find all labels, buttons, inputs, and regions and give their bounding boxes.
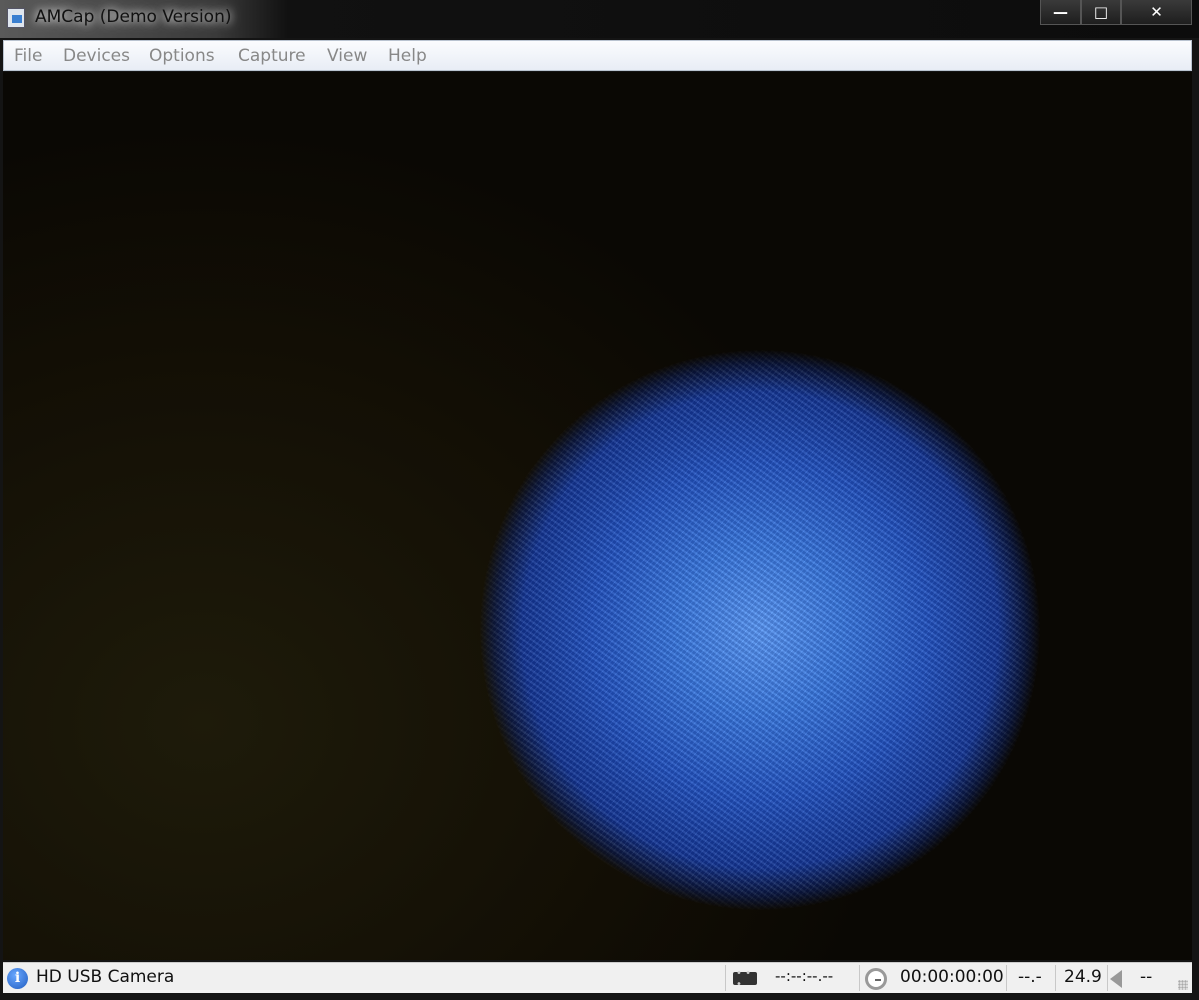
frame-rate: 24.9 xyxy=(1064,967,1102,987)
close-button[interactable]: ✕ xyxy=(1121,0,1192,25)
light-spot xyxy=(480,350,1040,910)
device-name: HD USB Camera xyxy=(36,967,175,987)
divider xyxy=(1006,965,1007,991)
divider xyxy=(725,965,726,991)
divider xyxy=(859,965,860,991)
timecode: --:--:--.-- xyxy=(775,967,834,985)
menu-file[interactable]: File xyxy=(14,46,42,66)
video-preview xyxy=(3,72,1192,960)
menu-capture[interactable]: Capture xyxy=(238,46,306,66)
speaker-icon xyxy=(1110,970,1122,988)
menu-bar: File Devices Options Capture View Help xyxy=(3,40,1192,71)
resize-grip[interactable] xyxy=(1178,980,1188,990)
divider xyxy=(1055,965,1056,991)
maximize-button[interactable]: □ xyxy=(1081,0,1121,25)
divider xyxy=(1107,965,1108,991)
menu-options[interactable]: Options xyxy=(149,46,215,66)
minimize-button[interactable]: — xyxy=(1040,0,1081,25)
info-icon: i xyxy=(7,968,28,989)
menu-help[interactable]: Help xyxy=(388,46,427,66)
app-icon[interactable] xyxy=(7,8,25,28)
title-bar[interactable]: AMCap (Demo Version) — □ ✕ xyxy=(0,0,1199,38)
tape-icon xyxy=(733,968,757,990)
status-bar: i HD USB Camera --:--:--.-- 00:00:00:00 … xyxy=(3,962,1192,993)
menu-devices[interactable]: Devices xyxy=(63,46,130,66)
menu-view[interactable]: View xyxy=(327,46,367,66)
window-title: AMCap (Demo Version) xyxy=(35,7,232,27)
dropped-frames: --.- xyxy=(1018,967,1042,987)
audio-level: -- xyxy=(1140,967,1153,987)
capture-time: 00:00:00:00 xyxy=(900,967,1004,987)
stopwatch-icon xyxy=(865,968,887,990)
